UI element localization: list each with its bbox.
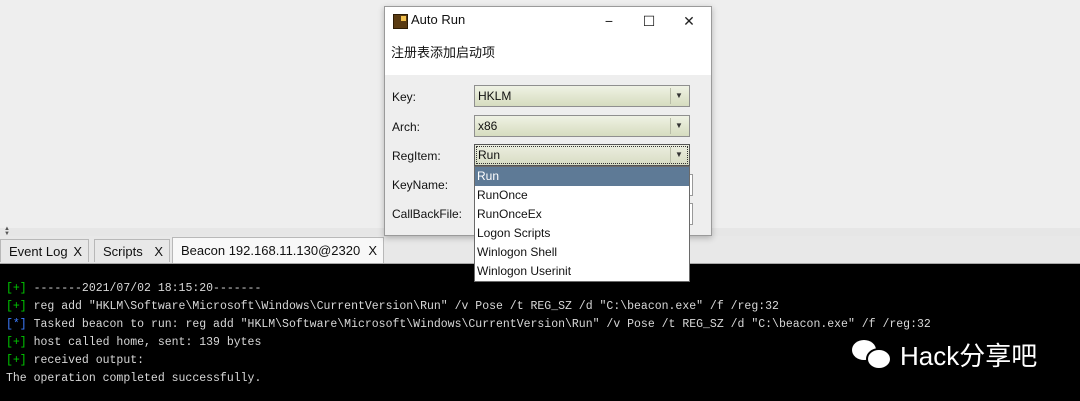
wechat-icon xyxy=(852,339,892,370)
tab-close-icon[interactable]: X xyxy=(73,240,82,263)
title-bar: Auto Run − ☐ ✕ xyxy=(385,7,711,35)
tab-scripts[interactable]: Scripts X xyxy=(94,239,170,262)
console-line: [+] received output: xyxy=(6,354,145,367)
close-button[interactable]: ✕ xyxy=(675,10,703,32)
tab-label: Event Log xyxy=(9,244,68,259)
callbackfile-label: CallBackFile: xyxy=(392,207,463,221)
tab-close-icon[interactable]: X xyxy=(154,240,163,263)
watermark: Hack分享吧 xyxy=(852,336,1037,373)
tab-event-log[interactable]: Event Log X xyxy=(0,239,89,262)
tab-beacon[interactable]: Beacon 192.168.11.130@2320 X xyxy=(172,237,384,263)
console-line: [+] host called home, sent: 139 bytes xyxy=(6,336,262,349)
description-panel: 注册表添加启动项 xyxy=(385,35,711,75)
regitem-dropdown-list: Run RunOnce RunOnceEx Logon Scripts Winl… xyxy=(474,166,690,282)
keyname-input[interactable] xyxy=(690,174,693,196)
key-label: Key: xyxy=(392,90,417,104)
description-text: 注册表添加启动项 xyxy=(391,45,496,60)
tab-close-icon[interactable]: X xyxy=(368,238,377,263)
dialog-title: Auto Run xyxy=(411,12,466,27)
dropdown-option-run[interactable]: Run xyxy=(475,167,689,186)
dropdown-option-logon-scripts[interactable]: Logon Scripts xyxy=(475,224,689,243)
key-select[interactable]: HKLM ▼ xyxy=(474,85,690,107)
dropdown-option-runonce[interactable]: RunOnce xyxy=(475,186,689,205)
regitem-label: RegItem: xyxy=(392,149,441,163)
console-line: [+] -------2021/07/02 18:15:20------- xyxy=(6,282,262,295)
chevron-down-icon[interactable]: ▼ xyxy=(670,118,687,134)
dropdown-option-winlogon-shell[interactable]: Winlogon Shell xyxy=(475,243,689,262)
dropdown-option-winlogon-userinit[interactable]: Winlogon Userinit xyxy=(475,262,689,281)
minimize-button[interactable]: − xyxy=(595,10,623,32)
callbackfile-input[interactable] xyxy=(690,203,693,225)
regitem-select[interactable]: Run ▼ xyxy=(474,144,690,166)
beacon-console[interactable]: [+] -------2021/07/02 18:15:20------- [+… xyxy=(0,264,1080,401)
chevron-down-icon[interactable]: ▼ xyxy=(670,88,687,104)
app-icon xyxy=(393,14,408,29)
dropdown-option-runonceex[interactable]: RunOnceEx xyxy=(475,205,689,224)
arch-select[interactable]: x86 ▼ xyxy=(474,115,690,137)
watermark-text: Hack分享吧 xyxy=(900,341,1038,371)
console-line: The operation completed successfully. xyxy=(6,372,262,385)
keyname-label: KeyName: xyxy=(392,178,449,192)
arch-label: Arch: xyxy=(392,120,421,134)
regitem-value: Run xyxy=(478,148,501,162)
arch-value: x86 xyxy=(478,119,498,133)
key-value: HKLM xyxy=(478,89,512,103)
console-line: [+] reg add "HKLM\Software\Microsoft\Win… xyxy=(6,300,779,313)
tab-label: Beacon 192.168.11.130@2320 xyxy=(181,243,361,258)
tab-label: Scripts xyxy=(103,244,143,259)
console-line: [*] Tasked beacon to run: reg add "HKLM\… xyxy=(6,318,931,331)
chevron-down-icon[interactable]: ▼ xyxy=(670,147,687,163)
maximize-button[interactable]: ☐ xyxy=(635,10,663,32)
